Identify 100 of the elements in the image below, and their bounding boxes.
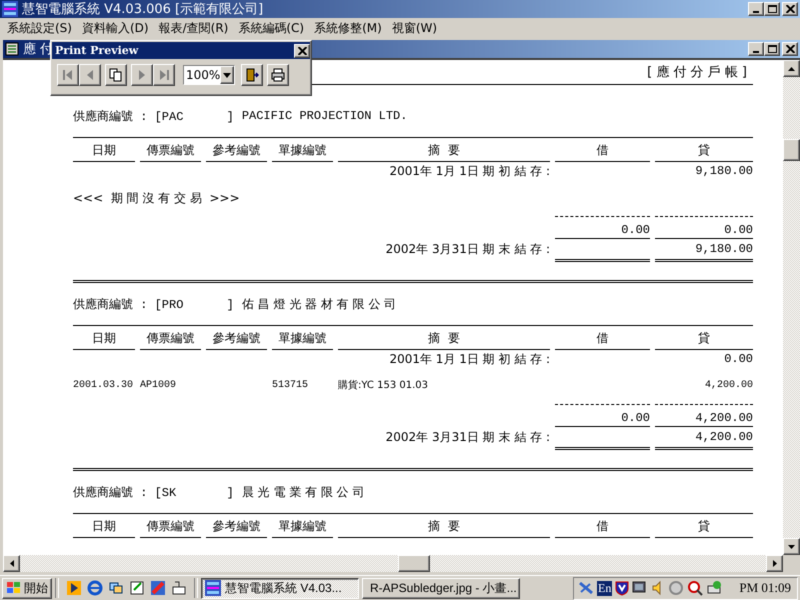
table-cell-text: AP1009 (140, 379, 178, 393)
table-cell-text: 2001.03.30 (73, 379, 134, 393)
scroll-up-button[interactable] (783, 60, 800, 77)
menu-item[interactable]: 系統編碼(C) (233, 20, 310, 36)
taskbar-button[interactable]: R-APSubledger.jpg - 小畫... (362, 578, 520, 598)
close-icon (298, 46, 306, 54)
maximize-button[interactable] (764, 42, 780, 56)
column-header: 日期 (73, 515, 135, 538)
column-header: 傳票編號 (140, 515, 201, 538)
column-header: 參考編號 (206, 515, 267, 538)
zoom-dropdown[interactable]: 100% (183, 65, 235, 85)
picture-icon[interactable] (150, 580, 166, 596)
supplier-code: 供應商編號 : [SK ] (73, 484, 234, 500)
maximize-button[interactable] (764, 2, 780, 16)
left-arrow-icon (10, 560, 14, 567)
document-icon (5, 42, 19, 56)
supplier-name: PACIFIC PROJECTION LTD. (242, 109, 408, 123)
column-header: 單據編號 (272, 327, 333, 350)
notepad-icon[interactable] (129, 580, 145, 596)
printer-button[interactable] (267, 64, 289, 86)
table-cell-text: 0.00 (723, 351, 753, 368)
column-header: 參考編號 (206, 327, 267, 350)
window-title: 慧智電腦系統 V4.03.006 [示範有限公司] (22, 1, 264, 18)
column-header: 參考編號 (206, 139, 267, 162)
table-cell-text: 2002年 3月31日 期 末 結 存 : (384, 241, 550, 258)
column-header: 日期 (73, 327, 135, 350)
up-arrow-icon (788, 66, 795, 70)
menu-item[interactable]: 系統設定(S) (2, 20, 77, 36)
scroll-thumb[interactable] (398, 555, 430, 572)
play-icon[interactable] (66, 580, 82, 596)
resize-grip[interactable] (783, 555, 800, 572)
app-icon (205, 580, 221, 596)
table-cell-text: 購貨:YC 153 01.03 (338, 378, 429, 393)
column-header: 傳票編號 (140, 327, 201, 350)
menu-item[interactable]: 資料輸入(D) (76, 20, 154, 36)
supplier-code: 供應商編號 : [PAC ] (73, 108, 234, 124)
minimize-button[interactable] (748, 42, 764, 56)
table-cell-text: 513715 (272, 379, 310, 393)
browser-icon[interactable] (87, 580, 103, 596)
right-arrow-icon (772, 560, 776, 567)
supplier-code: 供應商編號 : [PRO ] (73, 296, 234, 312)
app-icon (2, 1, 18, 17)
table-cell-text: 2001年 1月 1日 期 初 結 存 : (388, 163, 550, 180)
column-header: 摘 要 (338, 327, 550, 350)
scroll-left-button[interactable] (3, 555, 20, 572)
toolbar-title: Print Preview (54, 44, 138, 57)
table-cell: 4,200.00 (655, 404, 753, 427)
column-header: 單據編號 (272, 515, 333, 538)
close-button[interactable] (782, 42, 798, 56)
shield-icon[interactable] (615, 580, 630, 596)
menu-item[interactable]: 視窗(W) (386, 20, 442, 36)
door-button[interactable] (241, 64, 263, 86)
column-header: 日期 (73, 139, 135, 162)
supplier-name: 佑 昌 燈 光 器 材 有 限 公 司 (242, 296, 396, 312)
clock: PM 01:09 (739, 580, 791, 596)
pages-button[interactable] (105, 64, 127, 86)
maximize-icon (768, 5, 776, 13)
table-cell-text: 4,200.00 (704, 379, 753, 393)
vertical-scrollbar[interactable] (783, 60, 800, 555)
language-indicator[interactable]: En (597, 580, 612, 596)
scroll-thumb[interactable] (783, 139, 800, 161)
maximize-icon (768, 45, 776, 53)
column-header: 借 (555, 515, 650, 538)
sync-icon[interactable] (108, 580, 124, 596)
minimize-icon (753, 11, 759, 13)
scroll-right-button[interactable] (766, 555, 783, 572)
close-button[interactable] (782, 2, 798, 16)
no-transaction-note: <<< 期 間 沒 有 交 易 >>> (73, 190, 241, 207)
column-header: 借 (555, 327, 650, 350)
table-cell: 0.00 (555, 404, 650, 427)
column-header: 借 (555, 139, 650, 162)
scroll-down-button[interactable] (783, 538, 800, 555)
start-button[interactable]: 開始 (2, 578, 52, 598)
down-arrow-icon (788, 544, 795, 548)
close-icon (786, 45, 794, 53)
minimize-button[interactable] (748, 2, 764, 16)
minimize-icon (753, 51, 759, 53)
close-icon (786, 5, 794, 13)
menu-item[interactable]: 報表/查閱(R) (154, 20, 234, 36)
column-header: 單據編號 (272, 139, 333, 162)
report-title: [ 應 付 分 戶 帳 ] (647, 64, 748, 81)
close-button[interactable] (294, 44, 310, 58)
table-cell: 4,200.00 (655, 428, 753, 450)
table-cell-text: 2001年 1月 1日 期 初 結 存 : (388, 351, 550, 368)
magnifier-icon[interactable] (687, 580, 704, 596)
taskbar-button[interactable]: 慧智電腦系統 V4.03... (201, 578, 359, 598)
table-cell: 9,180.00 (655, 240, 753, 262)
column-header: 貸 (655, 139, 753, 162)
column-header: 貸 (655, 515, 753, 538)
column-header: 貸 (655, 327, 753, 350)
supplier-name: 晨 光 電 業 有 限 公 司 (242, 484, 365, 500)
horizontal-scrollbar[interactable] (3, 555, 800, 572)
menu-item[interactable]: 系統修整(M) (309, 20, 387, 36)
column-header: 摘 要 (338, 515, 550, 538)
table-cell: 0.00 (655, 216, 753, 239)
caret-icon (223, 72, 232, 78)
column-header: 摘 要 (338, 139, 550, 162)
windows-logo-icon (6, 581, 22, 595)
table-cell: 0.00 (555, 216, 650, 239)
table-cell-text: 9,180.00 (694, 163, 753, 180)
